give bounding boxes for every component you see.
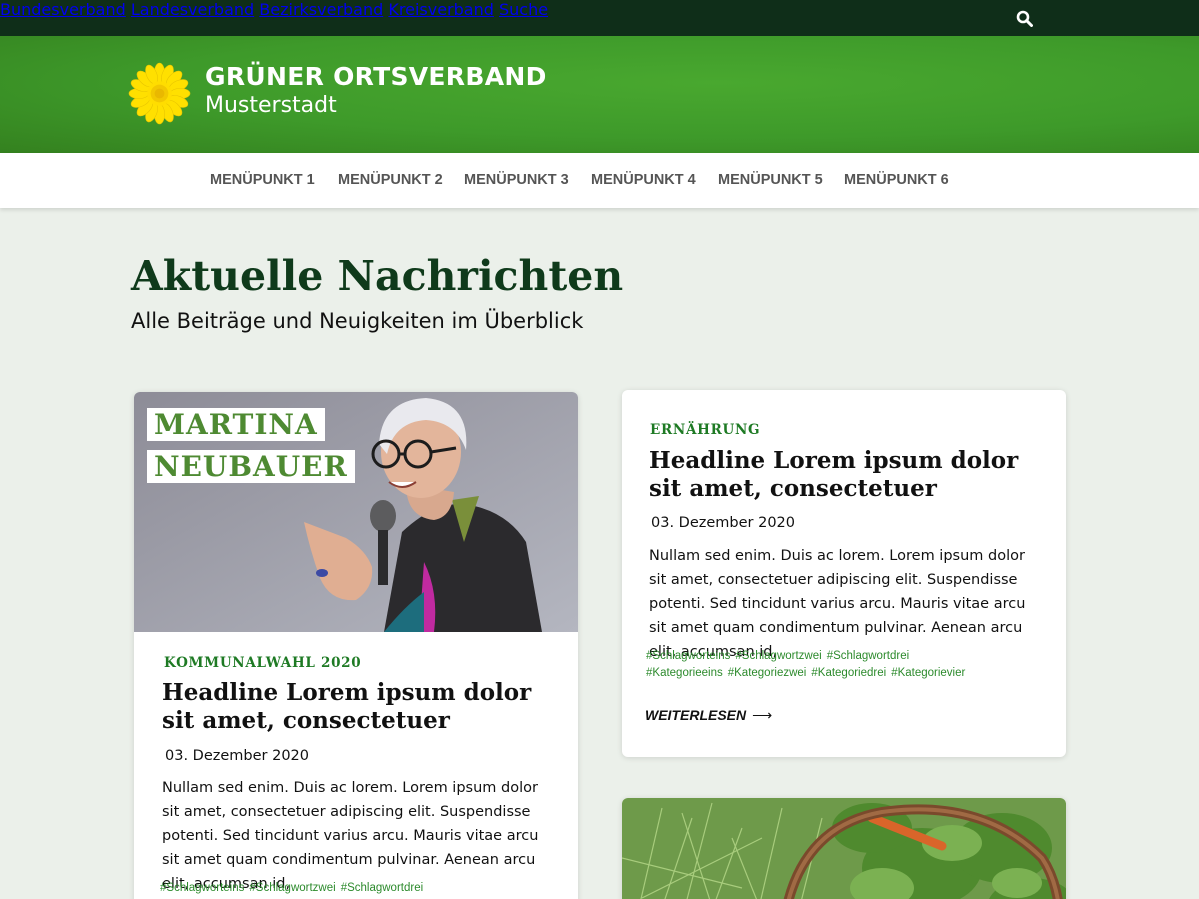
tag-link[interactable]: #Schlagwortzwei — [249, 882, 335, 894]
image-name-label-first: MARTINA — [147, 408, 325, 441]
tag-link[interactable]: #Schlagworteins — [160, 882, 244, 894]
arrow-right-icon: ⟶ — [752, 707, 773, 723]
search-icon[interactable] — [1016, 10, 1033, 27]
tag-link[interactable]: #Schlagwortdrei — [341, 882, 423, 894]
nav-item-5[interactable]: MENÜPUNKT 5 — [718, 172, 823, 188]
topbar-link-landesverband[interactable]: Landesverband — [131, 0, 254, 19]
top-utility-bar: Bundesverband Landesverband Bezirksverba… — [0, 0, 1199, 36]
nav-item-4[interactable]: MENÜPUNKT 4 — [591, 172, 696, 188]
tag-link[interactable]: #Schlagwortzwei — [735, 650, 821, 662]
page-title: Aktuelle Nachrichten — [131, 252, 624, 300]
image-name-label-last: NEUBAUER — [147, 450, 355, 483]
search-link[interactable]: Suche — [499, 0, 548, 19]
news-card-tags: #Schlagworteins #Schlagwortzwei #Schlagwor… — [646, 648, 1046, 682]
nav-item-1[interactable]: MENÜPUNKT 1 — [210, 172, 315, 188]
tag-link[interactable]: #Schlagworteins — [646, 650, 730, 662]
org-city[interactable]: Musterstadt — [205, 93, 337, 118]
read-more-link[interactable]: WEITERLESEN ⟶ — [645, 707, 772, 724]
category-link[interactable]: #Kategoriedrei — [811, 667, 886, 679]
news-card-date: 03. Dezember 2020 — [651, 515, 796, 531]
news-card-date: 03. Dezember 2020 — [165, 748, 310, 764]
category-link[interactable]: #Kategoriezwei — [728, 667, 807, 679]
news-card-category[interactable]: ERNÄHRUNG — [650, 422, 760, 438]
news-card-excerpt: Nullam sed enim. Duis ac lorem. Lorem ip… — [649, 548, 1026, 660]
news-card-category[interactable]: KOMMUNALWAHL 2020 — [164, 655, 361, 671]
category-link[interactable]: #Kategorieeins — [646, 667, 723, 679]
org-name[interactable]: GRÜNER ORTSVERBAND — [205, 62, 547, 91]
tag-link[interactable]: #Schlagwortdrei — [827, 650, 909, 662]
news-card[interactable] — [622, 798, 1066, 899]
sunflower-icon[interactable] — [128, 62, 191, 125]
nav-item-3[interactable]: MENÜPUNKT 3 — [464, 172, 569, 188]
news-card-headline[interactable]: Headline Lorem ipsum dolor sit amet, con… — [162, 679, 562, 735]
topbar-link-bundesverband[interactable]: Bundesverband — [0, 0, 126, 19]
news-card-image[interactable] — [622, 798, 1066, 899]
category-link[interactable]: #Kategorievier — [891, 667, 965, 679]
nav-item-6[interactable]: MENÜPUNKT 6 — [844, 172, 949, 188]
news-card-tags: #Schlagworteins #Schlagwortzwei #Schlagwor… — [160, 880, 560, 897]
main-navigation: MENÜPUNKT 1 MENÜPUNKT 2 MENÜPUNKT 3 MENÜ… — [0, 153, 1199, 208]
topbar-link-kreisverband[interactable]: Kreisverband — [388, 0, 494, 19]
nav-item-2[interactable]: MENÜPUNKT 2 — [338, 172, 443, 188]
read-more-label: WEITERLESEN — [645, 707, 747, 723]
topbar-link-bezirksverband[interactable]: Bezirksverband — [259, 0, 383, 19]
page-subtitle: Alle Beiträge und Neuigkeiten im Überbli… — [131, 309, 584, 333]
news-card[interactable]: ERNÄHRUNG Headline Lorem ipsum dolor sit… — [622, 390, 1066, 757]
news-card-headline[interactable]: Headline Lorem ipsum dolor sit amet, con… — [649, 447, 1049, 503]
news-card[interactable]: MARTINA NEUBAUER KOMMUNALWAHL 2020 Headl… — [134, 392, 578, 899]
news-card-excerpt: Nullam sed enim. Duis ac lorem. Lorem ip… — [162, 780, 539, 892]
